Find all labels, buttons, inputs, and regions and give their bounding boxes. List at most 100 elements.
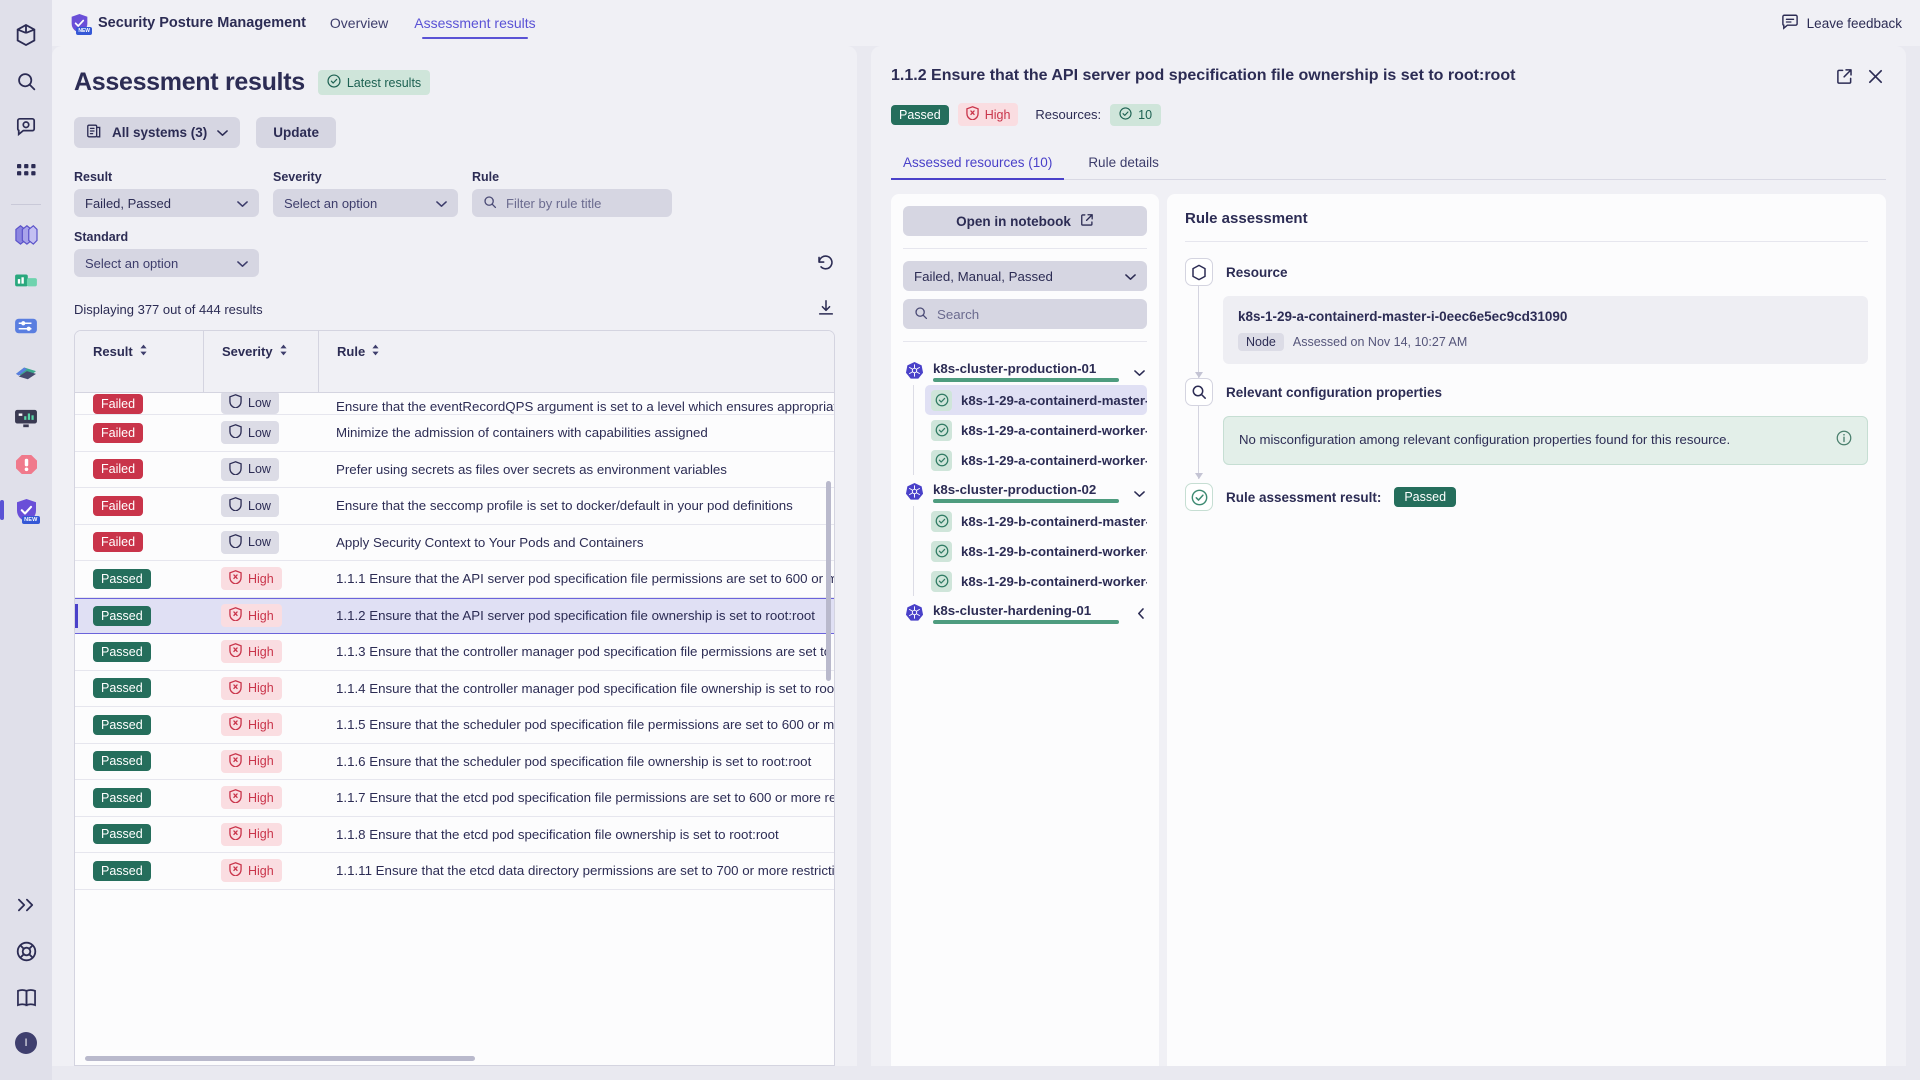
- help-icon[interactable]: [10, 935, 42, 967]
- table-row[interactable]: Failed Low Ensure that the eventRecordQPS …: [75, 393, 834, 415]
- table-row[interactable]: Passed High 1.1.4 Ensure that the controll…: [75, 671, 834, 707]
- chevron-down-icon[interactable]: [1134, 365, 1145, 380]
- cell-result: Passed: [75, 824, 203, 845]
- new-badge: NEW: [22, 515, 40, 524]
- subscriptions-icon[interactable]: [10, 356, 42, 388]
- table-row[interactable]: Passed High 1.1.2 Ensure that the API serv…: [75, 597, 834, 634]
- hexagon-icon: [1185, 258, 1213, 286]
- resource-node-item[interactable]: k8s-1-29-a-containerd-worker-i-…: [925, 445, 1147, 475]
- inventory-icon[interactable]: [10, 218, 42, 250]
- chevron-left-icon[interactable]: [1137, 607, 1145, 622]
- cluster-tree: k8s-cluster-production-01 k8s-1-29-a-cont…: [903, 354, 1147, 627]
- analytics-icon[interactable]: [10, 264, 42, 296]
- rule-title: 1.1.2 Ensure that the API server pod spe…: [336, 608, 815, 624]
- automation-icon[interactable]: [10, 310, 42, 342]
- resource-node-item[interactable]: k8s-1-29-a-containerd-master-i-…: [925, 385, 1147, 415]
- cell-severity: Low: [203, 421, 318, 445]
- table-horizontal-scrollbar[interactable]: [85, 1056, 475, 1061]
- resource-result-filter[interactable]: Failed, Manual, Passed: [903, 261, 1147, 291]
- resource-node-item[interactable]: k8s-1-29-b-containerd-master-i-…: [925, 506, 1147, 536]
- config-result-card: No misconfiguration among relevant confi…: [1223, 416, 1868, 466]
- cell-rule: 1.1.7 Ensure that the etcd pod specifica…: [318, 790, 834, 805]
- column-header-severity[interactable]: Severity: [203, 331, 318, 392]
- severity-icon: [229, 825, 242, 843]
- resource-node-item[interactable]: k8s-1-29-b-containerd-worker-i-…: [925, 536, 1147, 566]
- table-row[interactable]: Failed Low Prefer using secrets as files o…: [75, 452, 834, 488]
- cell-result: Failed: [75, 532, 203, 553]
- tab-rule-details[interactable]: Rule details: [1076, 146, 1171, 179]
- rail-bottom-group: I: [0, 882, 52, 1066]
- result-filter-select[interactable]: Failed, Passed: [74, 189, 259, 217]
- table-row[interactable]: Failed Low Minimize the admission of conta…: [75, 415, 834, 452]
- tab-assessed-resources[interactable]: Assessed resources (10): [891, 146, 1065, 180]
- expand-icon[interactable]: [10, 889, 42, 921]
- severity-label: Low: [248, 462, 271, 477]
- leave-feedback-button[interactable]: Leave feedback: [1781, 14, 1902, 33]
- nav-assessment-results[interactable]: Assessment results: [412, 1, 537, 45]
- table-row[interactable]: Passed High 1.1.5 Ensure that the schedule…: [75, 707, 834, 744]
- reset-filters-icon[interactable]: [816, 253, 835, 275]
- resource-search-input[interactable]: Search: [903, 299, 1147, 329]
- severity-icon: [229, 497, 242, 514]
- rule-detail-title: 1.1.2 Ensure that the API server pod spe…: [891, 67, 1516, 84]
- resource-node-label: k8s-1-29-a-containerd-master-i-…: [961, 392, 1147, 408]
- nav-overview[interactable]: Overview: [328, 1, 390, 45]
- all-systems-button[interactable]: All systems (3): [74, 117, 241, 148]
- standard-filter-select[interactable]: Select an option: [74, 249, 259, 277]
- severity-label: High: [248, 608, 274, 623]
- resource-node-item[interactable]: k8s-1-29-a-containerd-worker-i-…: [925, 415, 1147, 445]
- search-icon[interactable]: [10, 65, 42, 97]
- security-posture-icon[interactable]: NEW: [0, 494, 42, 526]
- avatar[interactable]: I: [10, 1027, 42, 1059]
- table-row[interactable]: Passed High 1.1.8 Ensure that the etcd pod…: [75, 817, 834, 853]
- leave-feedback-label: Leave feedback: [1806, 15, 1902, 31]
- severity-badge: Low: [221, 393, 279, 414]
- status-ok-icon: [931, 419, 952, 441]
- severity-label: High: [248, 790, 274, 805]
- open-external-icon[interactable]: [1834, 66, 1855, 90]
- resource-node-label: k8s-1-29-a-containerd-worker-i-…: [961, 452, 1147, 468]
- column-header-result[interactable]: Result: [75, 331, 203, 392]
- apps-grid-icon[interactable]: [10, 157, 42, 189]
- table-vertical-scrollbar[interactable]: [826, 481, 831, 681]
- cluster-row[interactable]: k8s-cluster-production-02: [903, 475, 1147, 506]
- page-title: Assessment results: [74, 68, 305, 96]
- chat-icon[interactable]: [10, 111, 42, 143]
- table-row[interactable]: Passed High 1.1.6 Ensure that the schedule…: [75, 744, 834, 780]
- table-row[interactable]: Failed Low Apply Security Context to Your …: [75, 525, 834, 561]
- cluster-name: k8s-cluster-production-02: [933, 482, 1125, 504]
- logo-icon[interactable]: [10, 19, 42, 51]
- monitoring-icon[interactable]: [10, 402, 42, 434]
- table-row[interactable]: Passed High 1.1.3 Ensure that the controll…: [75, 634, 834, 671]
- resource-node-item[interactable]: k8s-1-29-b-containerd-worker-i-…: [925, 566, 1147, 596]
- open-in-notebook-button[interactable]: Open in notebook: [903, 206, 1147, 236]
- severity-badge: High: [221, 713, 282, 737]
- severity-label: High: [248, 863, 274, 878]
- table-row[interactable]: Passed High 1.1.1 Ensure that the API serv…: [75, 561, 834, 598]
- cluster-row[interactable]: k8s-cluster-production-01: [903, 354, 1147, 385]
- cluster-node-list: k8s-1-29-b-containerd-master-i-… k8s-1-29…: [913, 506, 1147, 596]
- cluster-row[interactable]: k8s-cluster-hardening-01: [903, 596, 1147, 627]
- brand: NEW Security Posture Management: [70, 13, 306, 35]
- chevron-down-icon[interactable]: [1134, 486, 1145, 501]
- severity-filter-select[interactable]: Select an option: [273, 189, 458, 217]
- update-button[interactable]: Update: [256, 117, 337, 148]
- rule-title: 1.1.4 Ensure that the controller manager…: [336, 680, 834, 696]
- resource-node-label: k8s-1-29-b-containerd-worker-i-…: [961, 543, 1147, 559]
- column-header-rule[interactable]: Rule: [318, 331, 834, 392]
- cluster-node-list: k8s-1-29-a-containerd-master-i-… k8s-1-29…: [913, 385, 1147, 475]
- assessment-final-result: Rule assessment result: Passed: [1185, 483, 1868, 512]
- cell-rule: 1.1.5 Ensure that the scheduler pod spec…: [318, 717, 834, 732]
- book-icon[interactable]: [10, 981, 42, 1013]
- info-icon[interactable]: [1836, 430, 1852, 451]
- resource-node-label: k8s-1-29-b-containerd-master-i-…: [961, 513, 1147, 529]
- close-icon[interactable]: [1865, 66, 1886, 90]
- download-icon[interactable]: [817, 299, 835, 320]
- table-row[interactable]: Failed Low Ensure that the seccomp profile…: [75, 488, 834, 525]
- table-row[interactable]: Passed High 1.1.11 Ensure that the etcd da…: [75, 853, 834, 890]
- table-row[interactable]: Passed High 1.1.7 Ensure that the etcd pod…: [75, 780, 834, 817]
- rule-filter-input-wrap[interactable]: Filter by rule title: [472, 189, 672, 217]
- alerts-icon[interactable]: [10, 448, 42, 480]
- cell-rule: 1.1.6 Ensure that the scheduler pod spec…: [318, 754, 834, 769]
- body-area: Assessment results Latest results All sy…: [52, 46, 1920, 1080]
